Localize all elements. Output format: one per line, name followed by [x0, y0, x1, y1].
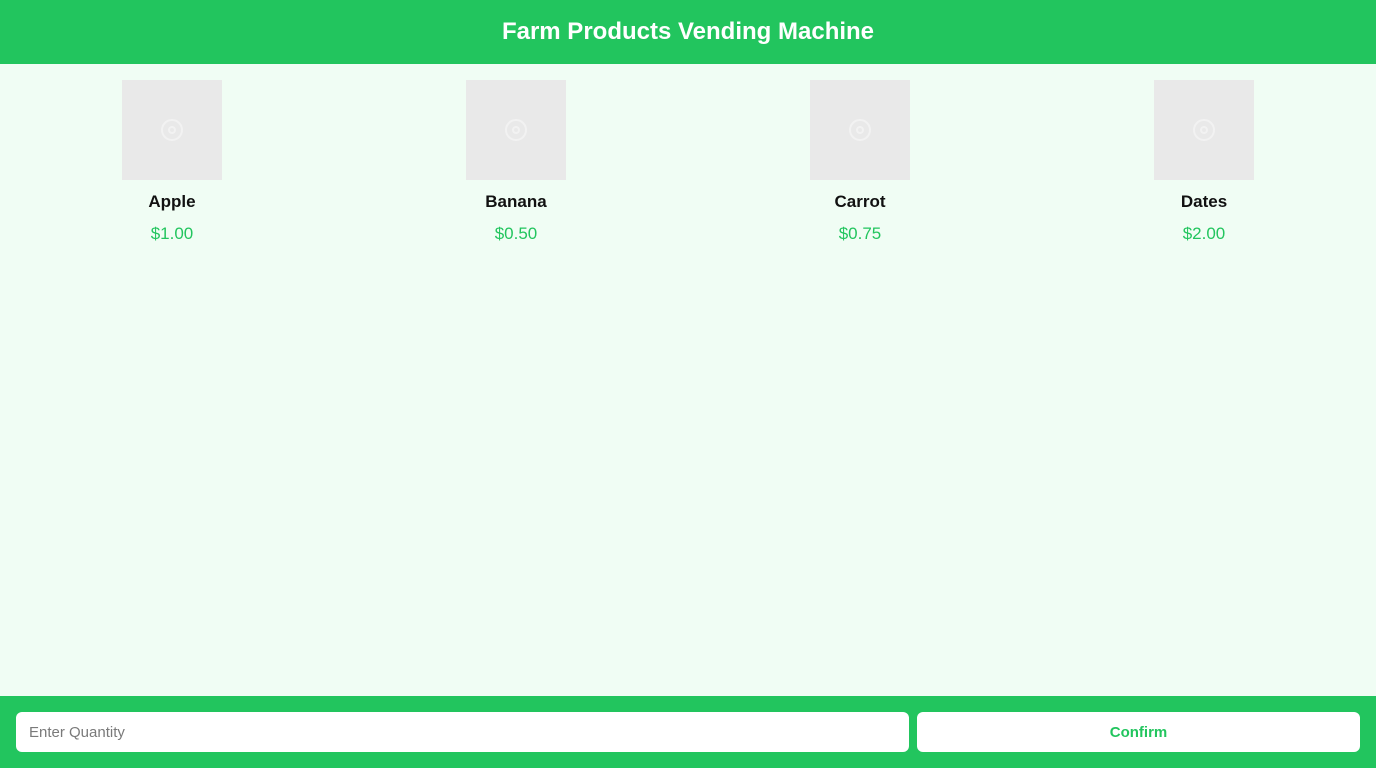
product-name: Apple: [148, 192, 196, 211]
product-image: [466, 80, 566, 180]
image-placeholder-icon: [161, 119, 183, 141]
product-name: Banana: [485, 192, 547, 211]
product-image: [1154, 80, 1254, 180]
product-price: $0.75: [838, 224, 882, 243]
header-bar: Farm Products Vending Machine: [0, 0, 1376, 64]
product-card-apple[interactable]: Apple $1.00: [0, 64, 344, 244]
product-price: $1.00: [150, 224, 194, 243]
product-name: Carrot: [834, 192, 886, 211]
product-image: [122, 80, 222, 180]
product-card-banana[interactable]: Banana $0.50: [344, 64, 688, 244]
product-image: [810, 80, 910, 180]
product-card-dates[interactable]: Dates $2.00: [1032, 64, 1376, 244]
product-price: $0.50: [494, 224, 538, 243]
product-price: $2.00: [1182, 224, 1226, 243]
page-title: Farm Products Vending Machine: [501, 18, 875, 45]
vending-machine-app: Farm Products Vending Machine Apple $1.0…: [0, 0, 1376, 768]
quantity-input[interactable]: [16, 712, 909, 752]
product-name: Dates: [1180, 192, 1228, 211]
order-footer: Confirm: [0, 696, 1376, 768]
image-placeholder-icon: [505, 119, 527, 141]
confirm-button[interactable]: Confirm: [917, 712, 1360, 752]
image-placeholder-icon: [849, 119, 871, 141]
image-placeholder-icon: [1193, 119, 1215, 141]
product-card-carrot[interactable]: Carrot $0.75: [688, 64, 1032, 244]
product-grid: Apple $1.00 Banana $0.50 Carrot $0.75 Da…: [0, 64, 1376, 244]
